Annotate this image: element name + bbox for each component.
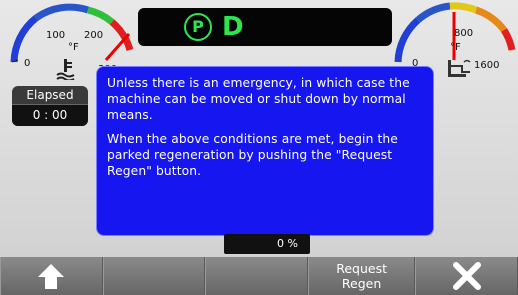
home-button[interactable] — [0, 257, 103, 295]
exhaust-tick-1600: 1600 — [474, 60, 500, 71]
close-icon — [452, 261, 482, 291]
exhaust-tick-800: 800 — [454, 28, 474, 39]
exhaust-unit: °F — [450, 42, 461, 53]
elapsed-timer: Elapsed 0 : 00 — [12, 86, 88, 126]
gear-selection: D — [222, 12, 244, 42]
cancel-button[interactable] — [415, 257, 518, 295]
request-regen-label: Request Regen — [336, 261, 387, 291]
toolbar-button-2[interactable] — [102, 257, 206, 295]
display-screen: 0 100 200 300 °F P D 0 800 1600 °F Elaps… — [0, 0, 518, 295]
regen-instructions-dialog: Unless there is an emergency, in which c… — [96, 66, 434, 236]
coolant-tick-0: 0 — [24, 58, 31, 69]
dpf-exhaust-icon — [446, 58, 474, 80]
coolant-temperature-icon — [56, 58, 76, 82]
elapsed-value: 0 : 00 — [12, 105, 88, 126]
toolbar-button-3[interactable] — [205, 257, 308, 295]
request-regen-button[interactable]: Request Regen — [307, 257, 416, 295]
coolant-tick-100: 100 — [46, 30, 66, 41]
elapsed-label: Elapsed — [12, 86, 88, 105]
gear-indicator: P D — [138, 8, 392, 46]
dialog-paragraph-2: When the above conditions are met, begin… — [107, 132, 398, 178]
coolant-tick-200: 200 — [84, 30, 104, 41]
dialog-paragraph-1: Unless there is an emergency, in which c… — [107, 76, 410, 122]
home-icon — [36, 262, 66, 290]
bottom-toolbar: Request Regen — [0, 257, 518, 295]
regen-progress: 0 % — [224, 234, 310, 254]
coolant-unit: °F — [68, 42, 79, 53]
park-brake-indicator: P — [184, 13, 212, 41]
